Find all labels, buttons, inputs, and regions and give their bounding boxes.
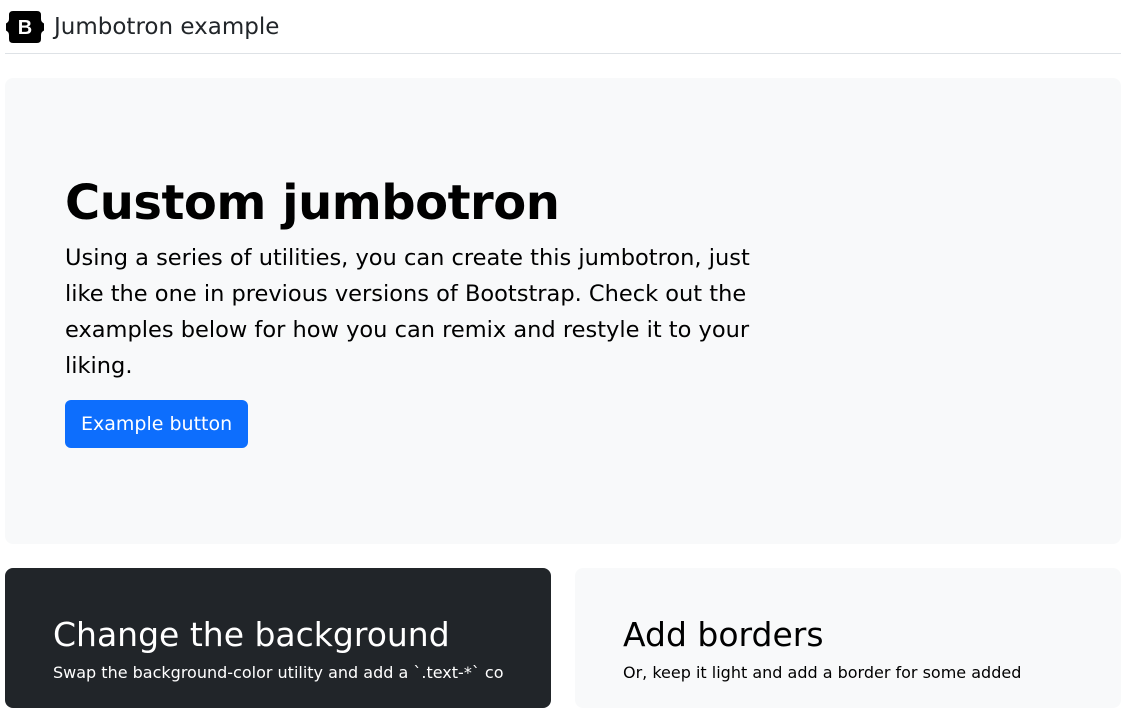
brand-title: Jumbotron example [54, 13, 280, 40]
bootstrap-logo-icon: B [6, 10, 44, 43]
light-card: Add borders Or, keep it light and add a … [575, 568, 1121, 708]
dark-card-heading: Change the background [53, 615, 450, 654]
jumbotron-heading: Custom jumbotron [65, 175, 560, 231]
light-card-text: Or, keep it light and add a border for s… [623, 663, 1022, 682]
bootstrap-logo-letter: B [18, 17, 32, 39]
page-header: B Jumbotron example [5, 0, 1121, 54]
jumbotron-lead: Using a series of utilities, you can cre… [65, 245, 750, 379]
dark-card-text: Swap the background-color utility and ad… [53, 663, 503, 682]
example-button[interactable]: Example button [65, 400, 249, 448]
dark-card: Change the background Swap the backgroun… [5, 568, 551, 708]
brand-link[interactable]: B Jumbotron example [5, 10, 280, 43]
jumbotron: Custom jumbotron Using a series of utili… [5, 78, 1121, 544]
light-card-heading: Add borders [623, 615, 824, 654]
